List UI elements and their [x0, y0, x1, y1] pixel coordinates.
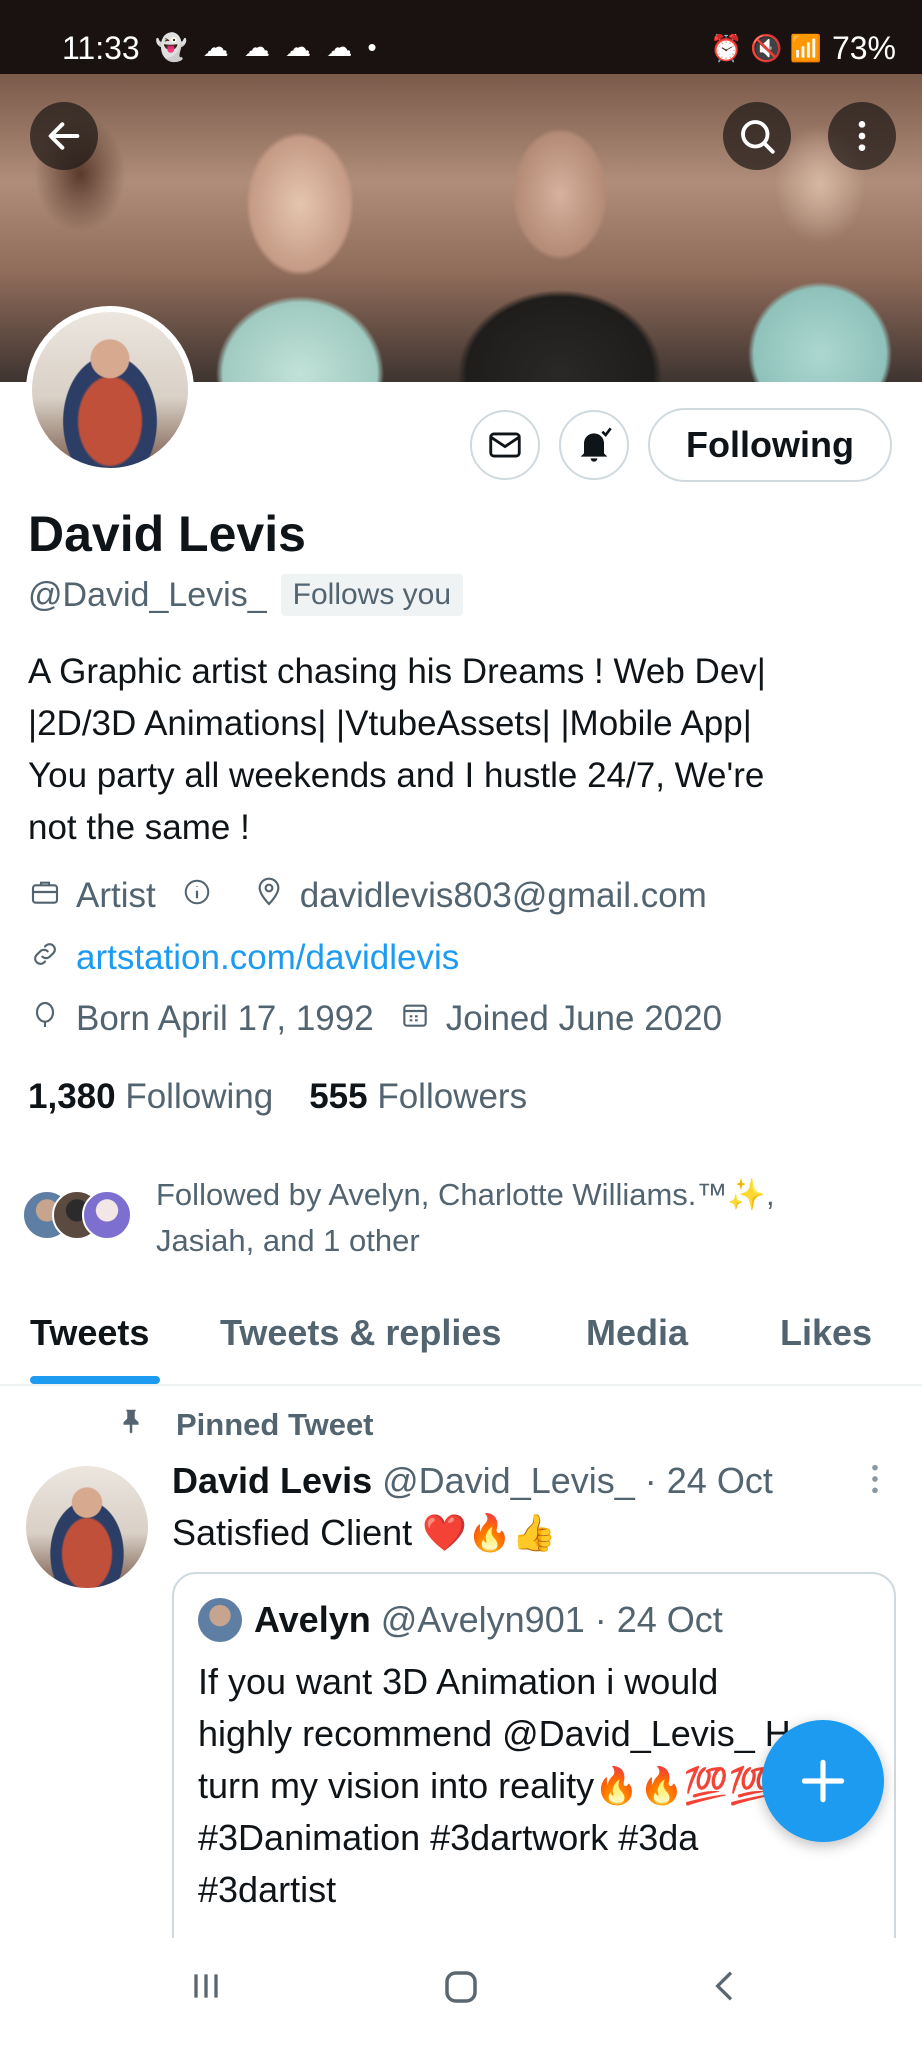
notifications-button[interactable] — [559, 410, 629, 480]
tweet-header: David Levis @David_Levis_ · 24 Oct — [172, 1460, 773, 1502]
quote-author-handle: @Avelyn901 — [380, 1599, 585, 1640]
profile-meta-category: Artist davidlevis803@gmail.com — [28, 876, 707, 916]
follows-you-badge: Follows you — [280, 574, 464, 616]
status-time: 11:33 — [62, 30, 140, 66]
tab-tweets-and-replies[interactable]: Tweets & replies — [220, 1312, 501, 1354]
tweet-author-handle: @David_Levis_ — [382, 1460, 635, 1501]
status-bar: 11:33 👻 ☁ ☁ ☁ ☁ • ⏰ 🔇 📶 73% — [0, 0, 922, 74]
mutual-avatars — [22, 1190, 132, 1246]
tweet-more-button[interactable] — [868, 1462, 882, 1505]
tab-likes[interactable]: Likes — [780, 1312, 872, 1354]
status-right: ⏰ 🔇 📶 73% — [710, 30, 896, 67]
profile-handle: @David_Levis_ — [28, 575, 267, 614]
pin-icon — [116, 1406, 146, 1444]
active-tab-indicator — [30, 1376, 160, 1384]
profile-location: davidlevis803@gmail.com — [299, 876, 707, 915]
recent-apps-button[interactable] — [186, 1966, 226, 2017]
following-label: Following — [125, 1077, 274, 1116]
search-button[interactable] — [723, 102, 791, 170]
info-icon[interactable] — [180, 877, 214, 915]
avatar — [198, 1598, 242, 1642]
tab-tweets[interactable]: Tweets — [30, 1312, 149, 1354]
chevron-left-icon — [715, 1971, 733, 2001]
profile-category: Artist — [76, 876, 156, 915]
quote-author-name: Avelyn — [254, 1599, 371, 1640]
more-vertical-icon — [858, 121, 866, 151]
system-back-button[interactable] — [706, 1966, 746, 2017]
profile-joined: Joined June 2020 — [445, 999, 723, 1038]
tweet-author-name[interactable]: David Levis — [172, 1460, 372, 1501]
profile-bio: A Graphic artist chasing his Dreams ! We… — [28, 652, 766, 847]
profile-website-link[interactable]: artstation.com/davidlevis — [76, 938, 459, 978]
system-nav-bar — [0, 1938, 922, 2048]
following-count: 1,380 — [28, 1077, 116, 1116]
following-count-link[interactable]: 1,380 Following — [28, 1077, 273, 1117]
tweet-text: Satisfied Client ❤️🔥👍 — [172, 1512, 557, 1553]
battery-level: 73% — [831, 30, 896, 66]
home-icon — [445, 1971, 477, 2003]
profile-meta-dates: Born April 17, 1992 Joined June 2020 — [28, 999, 722, 1039]
profile-avatar[interactable] — [26, 306, 194, 474]
more-vertical-icon — [872, 1464, 878, 1494]
more-options-button[interactable] — [828, 102, 896, 170]
back-arrow-icon — [48, 122, 80, 150]
followed-by[interactable]: Followed by Avelyn, Charlotte Williams.™… — [22, 1172, 876, 1264]
plus-icon — [801, 1759, 845, 1803]
mail-icon — [489, 432, 521, 458]
home-button[interactable] — [440, 1966, 482, 2019]
message-button[interactable] — [470, 410, 540, 480]
system-status-icons: ⏰ 🔇 📶 — [710, 33, 822, 63]
display-name: David Levis — [28, 506, 306, 562]
pinned-tweet-label: Pinned Tweet — [116, 1406, 374, 1444]
pinned-text: Pinned Tweet — [176, 1407, 374, 1442]
briefcase-icon — [28, 876, 62, 916]
following-button[interactable]: Following — [648, 408, 892, 482]
calendar-icon — [398, 999, 432, 1039]
profile-birthday: Born April 17, 1992 — [76, 999, 374, 1038]
profile-meta-website: artstation.com/davidlevis — [28, 938, 459, 978]
quote-header: Avelyn @Avelyn901 · 24 Oct — [198, 1598, 723, 1642]
handle-row: @David_Levis_ Follows you — [28, 574, 464, 616]
follow-counts: 1,380 Following 555 Followers — [28, 1077, 527, 1117]
tweet-author-avatar[interactable] — [26, 1466, 148, 1588]
quote-date: · 24 Oct — [594, 1599, 723, 1640]
balloon-icon — [28, 999, 62, 1039]
location-icon — [252, 876, 286, 916]
tweet-date: · 24 Oct — [644, 1460, 773, 1501]
link-icon — [28, 938, 62, 978]
profile-tabs: Tweets Tweets & replies Media Likes — [0, 1296, 922, 1386]
avatar — [82, 1190, 132, 1240]
followed-by-text: Followed by Avelyn, Charlotte Williams.™… — [156, 1177, 775, 1258]
back-button[interactable] — [30, 102, 98, 170]
recent-apps-icon — [194, 1974, 218, 1998]
followers-label: Followers — [377, 1077, 528, 1116]
followers-count: 555 — [309, 1077, 368, 1116]
notification-icons: 👻 ☁ ☁ ☁ ☁ • — [155, 32, 381, 62]
compose-tweet-button[interactable] — [762, 1720, 884, 1842]
bell-icon — [580, 427, 612, 462]
tab-media[interactable]: Media — [586, 1312, 688, 1354]
followers-count-link[interactable]: 555 Followers — [309, 1077, 527, 1117]
search-icon — [741, 120, 775, 154]
